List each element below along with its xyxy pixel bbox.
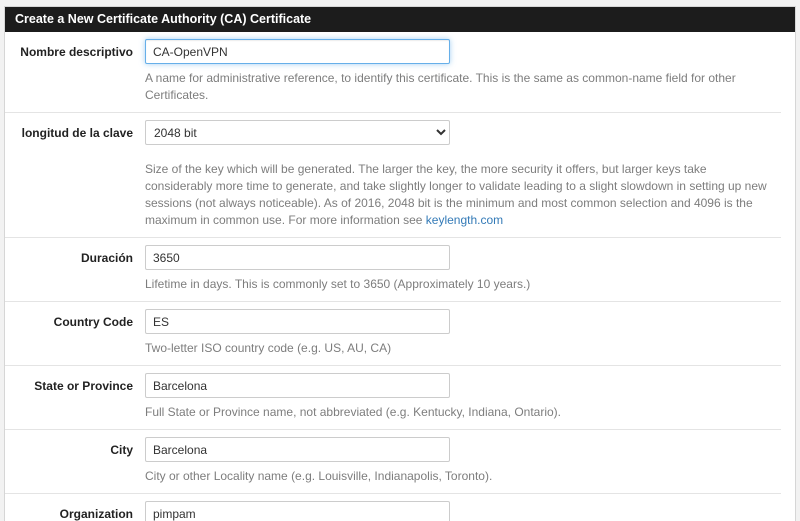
key-length-label: longitud de la clave [5,120,145,229]
city-label: City [5,437,145,485]
lifetime-input[interactable] [145,245,450,270]
field-row-country-code: Country Code Two-letter ISO country code… [5,301,781,365]
lifetime-control: Lifetime in days. This is commonly set t… [145,245,781,293]
key-length-control: 2048 bit Size of the key which will be g… [145,120,781,229]
city-control: City or other Locality name (e.g. Louisv… [145,437,781,485]
keylength-link[interactable]: keylength.com [426,213,503,227]
organization-label: Organization [5,501,145,521]
panel-body: Nombre descriptivo A name for administra… [5,32,795,521]
state-province-label: State or Province [5,373,145,421]
state-province-control: Full State or Province name, not abbrevi… [145,373,781,421]
lifetime-label: Duración [5,245,145,293]
country-code-label: Country Code [5,309,145,357]
ca-certificate-panel: Create a New Certificate Authority (CA) … [4,6,796,521]
descriptive-name-label: Nombre descriptivo [5,39,145,104]
field-row-organization: Organization Organization name, often th… [5,493,781,521]
city-help: City or other Locality name (e.g. Louisv… [145,468,777,485]
country-code-help: Two-letter ISO country code (e.g. US, AU… [145,340,777,357]
state-province-help: Full State or Province name, not abbrevi… [145,404,777,421]
descriptive-name-control: A name for administrative reference, to … [145,39,781,104]
panel-title: Create a New Certificate Authority (CA) … [15,12,311,26]
descriptive-name-input[interactable] [145,39,450,64]
country-code-input[interactable] [145,309,450,334]
descriptive-name-help: A name for administrative reference, to … [145,70,777,104]
city-input[interactable] [145,437,450,462]
page: Create a New Certificate Authority (CA) … [0,0,800,521]
key-length-help: Size of the key which will be generated.… [145,161,777,229]
organization-control: Organization name, often the Company or … [145,501,781,521]
key-length-select[interactable]: 2048 bit [145,120,450,145]
lifetime-help: Lifetime in days. This is commonly set t… [145,276,777,293]
field-row-state-province: State or Province Full State or Province… [5,365,781,429]
state-province-input[interactable] [145,373,450,398]
country-code-control: Two-letter ISO country code (e.g. US, AU… [145,309,781,357]
field-row-key-length: longitud de la clave 2048 bit Size of th… [5,112,781,237]
field-row-lifetime: Duración Lifetime in days. This is commo… [5,237,781,301]
field-row-city: City City or other Locality name (e.g. L… [5,429,781,493]
field-row-descriptive-name: Nombre descriptivo A name for administra… [5,32,781,112]
organization-input[interactable] [145,501,450,521]
panel-header: Create a New Certificate Authority (CA) … [5,7,795,32]
